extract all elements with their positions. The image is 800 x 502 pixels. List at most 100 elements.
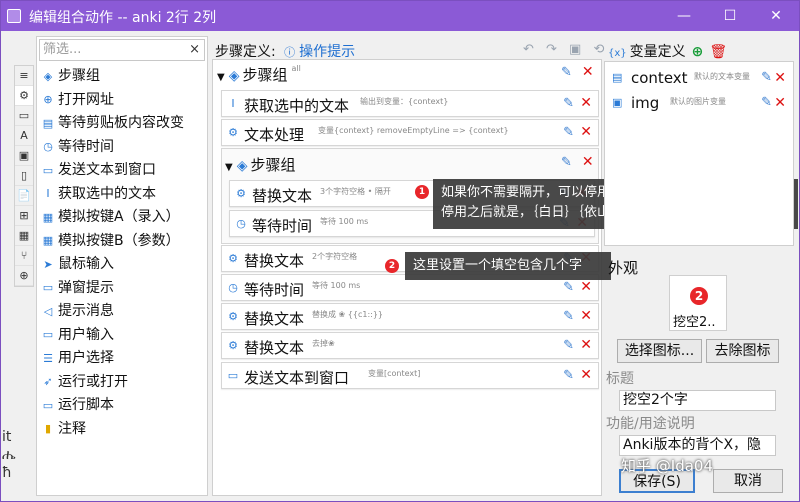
megaphone-icon: ◁ <box>43 304 53 318</box>
delete-x-icon[interactable]: ✕ <box>774 70 786 86</box>
description-input[interactable]: Anki版本的背个X，隐 <box>619 435 776 456</box>
action-label: 模拟按键B（参数） <box>58 232 180 249</box>
step-replace-text-3[interactable]: ⚙ 替换文本 替换成 ❀ {{c1::}} ✎ ✕ <box>221 303 599 330</box>
action-item-message[interactable]: ◁ 提示消息 <box>39 300 207 324</box>
keyboard-icon: ▦ <box>42 234 54 248</box>
preview-badge: 2 <box>690 287 708 305</box>
delete-variable-icon[interactable]: 🗑 <box>709 44 727 60</box>
edit-pencil-icon[interactable]: ✎ <box>761 70 772 85</box>
action-item-user-input[interactable]: ▭ 用户输入 <box>39 324 207 348</box>
edit-pencil-icon[interactable]: ✎ <box>563 368 574 383</box>
step-label: 等待时间 <box>252 217 313 235</box>
edit-pencil-icon[interactable]: ✎ <box>761 95 772 110</box>
edit-pencil-icon[interactable]: ✎ <box>563 125 574 140</box>
step-text-process[interactable]: ⚙ 文本处理 变量{context} removeEmptyLine => {c… <box>221 119 599 146</box>
collapse-caret-icon[interactable]: ▼ <box>225 162 233 173</box>
action-item-user-select[interactable]: ☰ 用户选择 <box>39 347 207 371</box>
clipboard-icon: ▤ <box>42 116 54 130</box>
category-web-icon[interactable]: ⊕ <box>15 266 33 286</box>
message-icon: ▭ <box>227 369 239 382</box>
step-send-text[interactable]: ▭ 发送文本到窗口 变量[context] ✎ ✕ <box>221 362 599 389</box>
action-item-wait-time[interactable]: ◷ 等待时间 <box>39 136 207 160</box>
operation-hint-link[interactable]: 操作提示 <box>299 44 355 60</box>
edit-pencil-icon[interactable]: ✎ <box>563 280 574 295</box>
delete-x-icon[interactable]: ✕ <box>582 154 594 170</box>
edit-pencil-icon[interactable]: ✎ <box>563 309 574 324</box>
cursor-icon: ➤ <box>43 257 53 271</box>
delete-x-icon[interactable]: ✕ <box>582 64 594 80</box>
action-item-key-b[interactable]: ▦ 模拟按键B（参数） <box>39 230 207 254</box>
step-toolbar[interactable]: ↶ ↷ ▣ ⟲ <box>523 42 608 57</box>
action-item-popup[interactable]: ▭ 弹窗提示 <box>39 277 207 301</box>
step-label: 替换文本 <box>244 310 305 328</box>
action-label: 模拟按键A（录入） <box>58 209 180 225</box>
step-get-selected-text[interactable]: I 获取选中的文本 输出到变量：{context} ✎ ✕ <box>221 90 599 117</box>
edge-fragment: it <box>2 429 12 445</box>
collapse-caret-icon[interactable]: ▼ <box>217 72 225 83</box>
step-desc: 2个字符空格 <box>312 252 358 261</box>
action-item-get-selected-text[interactable]: I 获取选中的文本 <box>39 183 207 207</box>
category-image-icon[interactable]: ▣ <box>15 146 33 166</box>
dialog-window: 编辑组合动作 -- anki 2行 2列 — ☐ ✕ ≡ ⚙ ▭ A ▣ ▯ 📄… <box>0 0 800 502</box>
step-desc: 输出到变量：{context} <box>360 97 449 106</box>
delete-x-icon[interactable]: ✕ <box>580 337 592 353</box>
add-variable-icon[interactable]: ⊕ <box>692 44 704 60</box>
remove-icon-button[interactable]: 去除图标 <box>706 339 779 363</box>
category-file-icon[interactable]: 📄 <box>15 186 33 206</box>
action-label: 获取选中的文本 <box>58 185 156 202</box>
step-label: 替换文本 <box>244 339 305 357</box>
edit-pencil-icon[interactable]: ✎ <box>561 155 572 170</box>
appearance-label: 外观 <box>608 259 639 277</box>
action-item-mouse-input[interactable]: ➤ 鼠标输入 <box>39 253 207 277</box>
action-item-step-group[interactable]: ◈ 步骤组 <box>39 65 207 89</box>
variable-row[interactable]: ▤ context 默认的文本变量 ✎ ✕ <box>608 67 790 91</box>
category-all-icon[interactable]: ≡ <box>15 66 33 86</box>
category-text-icon[interactable]: A <box>15 126 33 146</box>
title-input[interactable]: 挖空2个字 <box>619 390 776 411</box>
delete-x-icon[interactable]: ✕ <box>580 279 592 295</box>
edit-pencil-icon[interactable]: ✎ <box>561 65 572 80</box>
step-replace-text-4[interactable]: ⚙ 替换文本 去掉❀ ✎ ✕ <box>221 332 599 359</box>
delete-x-icon[interactable]: ✕ <box>580 308 592 324</box>
category-windows-icon[interactable]: ⊞ <box>15 206 33 226</box>
filter-input[interactable]: 筛选... × <box>39 39 205 61</box>
category-grid-icon[interactable]: ▦ <box>15 226 33 246</box>
action-item-key-a[interactable]: ▦ 模拟按键A（录入） <box>39 206 207 230</box>
annotation-badge-1: 1 <box>415 185 429 199</box>
step-desc: 替换成 ❀ {{c1::}} <box>312 310 384 319</box>
action-item-send-text[interactable]: ▭ 发送文本到窗口 <box>39 159 207 183</box>
delete-x-icon[interactable]: ✕ <box>580 95 592 111</box>
category-branch-icon[interactable]: ⑂ <box>15 246 33 266</box>
send-icon: ➶ <box>43 375 53 389</box>
action-item-run-open[interactable]: ➶ 运行或打开 <box>39 371 207 395</box>
action-item-comment[interactable]: ▮ 注释 <box>39 418 207 442</box>
edit-pencil-icon[interactable]: ✎ <box>563 338 574 353</box>
maximize-button[interactable]: ☐ <box>707 1 753 31</box>
action-label: 提示消息 <box>58 303 114 319</box>
description-label: 功能/用途说明 <box>606 416 695 432</box>
clear-filter-icon[interactable]: × <box>189 40 200 60</box>
group-desc: all <box>291 64 301 73</box>
action-item-wait-clipboard[interactable]: ▤ 等待剪贴板内容改变 <box>39 112 207 136</box>
action-item-run-script[interactable]: ▭ 运行脚本 <box>39 394 207 418</box>
clock-icon: ◷ <box>228 281 238 294</box>
inner-group-header[interactable]: ▼ ◈ 步骤组 <box>225 154 296 175</box>
step-group-header[interactable]: ▼ ◈ 步骤组 all <box>217 64 301 85</box>
gear-icon: ⚙ <box>228 339 238 352</box>
action-item-open-url[interactable]: ⊕ 打开网址 <box>39 89 207 113</box>
delete-x-icon[interactable]: ✕ <box>774 95 786 111</box>
category-phone-icon[interactable]: ▯ <box>15 166 33 186</box>
minimize-button[interactable]: — <box>661 1 707 31</box>
action-label: 用户选择 <box>58 350 114 366</box>
text-cursor-icon: I <box>46 187 50 201</box>
edit-pencil-icon[interactable]: ✎ <box>563 96 574 111</box>
category-settings-icon[interactable]: ⚙ <box>15 86 33 106</box>
close-button[interactable]: ✕ <box>753 1 799 31</box>
delete-x-icon[interactable]: ✕ <box>580 124 592 140</box>
variable-row[interactable]: ▣ img 默认的图片变量 ✎ ✕ <box>608 92 790 116</box>
delete-x-icon[interactable]: ✕ <box>580 367 592 383</box>
category-window-icon[interactable]: ▭ <box>15 106 33 126</box>
cancel-button[interactable]: 取消 <box>713 469 783 493</box>
variable-name: img <box>631 94 660 112</box>
choose-icon-button[interactable]: 选择图标... <box>617 339 702 363</box>
